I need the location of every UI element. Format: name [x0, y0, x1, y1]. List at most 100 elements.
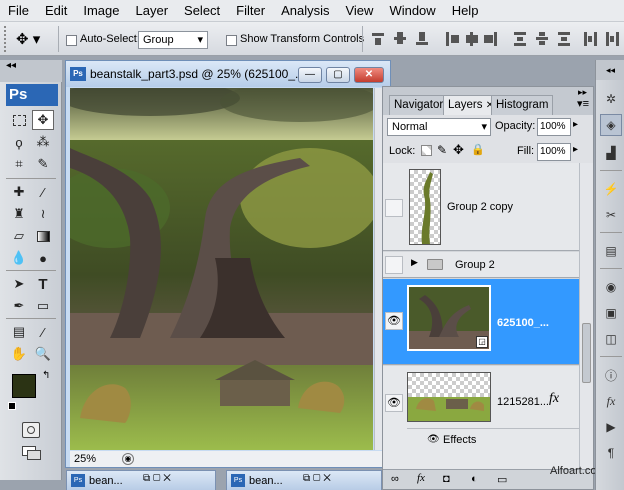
- opacity-slider-arrow-icon[interactable]: ▸: [573, 119, 578, 130]
- visibility-toggle[interactable]: [385, 199, 403, 217]
- eraser-tool-icon[interactable]: ▱: [8, 226, 30, 246]
- lasso-tool-icon[interactable]: ϙ: [8, 132, 30, 152]
- layer-group-row[interactable]: ▶ Group 2: [383, 252, 579, 278]
- lock-all-icon[interactable]: 🔒: [471, 143, 485, 156]
- info-icon[interactable]: ⓘ: [600, 364, 622, 386]
- tab-navigator[interactable]: Navigator: [389, 95, 449, 115]
- styles-icon[interactable]: ◫: [600, 328, 622, 350]
- minimize-button[interactable]: —: [298, 67, 322, 83]
- document-window[interactable]: Ps beanstalk_part3.psd @ 25% (625100_...…: [65, 60, 391, 468]
- foreground-color-swatch[interactable]: [12, 374, 36, 398]
- window-controls-icon[interactable]: ⧉ ▢ ✕: [303, 473, 331, 484]
- pen-tool-icon[interactable]: ✒: [8, 296, 30, 316]
- blend-mode-dropdown[interactable]: Normal ▾: [387, 118, 491, 136]
- zoom-level[interactable]: 25%: [74, 451, 96, 467]
- layer-row-selected[interactable]: 👁 ◲ 625100_...: [383, 279, 579, 365]
- status-menu-icon[interactable]: ◉: [122, 453, 134, 465]
- info-panel-icon[interactable]: ▤: [600, 240, 622, 262]
- lock-position-icon[interactable]: ✥: [453, 142, 464, 158]
- rectangle-tool-icon[interactable]: ▭: [32, 296, 54, 316]
- menu-filter[interactable]: Filter: [228, 0, 273, 22]
- new-group-icon[interactable]: ▭: [497, 473, 507, 486]
- eye-icon[interactable]: 👁: [385, 394, 403, 412]
- hand-tool-icon[interactable]: ✋: [8, 344, 30, 364]
- auto-select-dropdown[interactable]: Group ▾: [138, 31, 208, 49]
- panel-menu-icon[interactable]: ▾≡: [577, 97, 589, 110]
- window-controls-icon[interactable]: ⧉ ▢ ✕: [143, 473, 171, 484]
- menu-edit[interactable]: Edit: [37, 0, 75, 22]
- screen-mode-icon[interactable]: [22, 446, 44, 462]
- menu-analysis[interactable]: Analysis: [273, 0, 337, 22]
- photoshop-logo[interactable]: Ps: [6, 84, 58, 106]
- image-canvas[interactable]: [70, 88, 373, 450]
- collapse-arrows-icon[interactable]: ◂◂: [596, 60, 624, 80]
- move-tool-icon[interactable]: ✥: [32, 110, 54, 130]
- document-title-bar[interactable]: Ps beanstalk_part3.psd @ 25% (625100_...…: [66, 61, 390, 87]
- layer-style-icon[interactable]: fx: [600, 390, 622, 412]
- auto-select-checkbox[interactable]: [66, 35, 77, 46]
- eye-icon[interactable]: 👁: [427, 434, 440, 445]
- eye-icon[interactable]: 👁: [385, 312, 403, 330]
- add-style-fx-icon[interactable]: fx: [417, 472, 425, 484]
- lock-pixels-icon[interactable]: ✎: [437, 143, 447, 157]
- effects-label[interactable]: Effects: [443, 434, 476, 446]
- paragraph-icon[interactable]: ¶: [600, 442, 622, 464]
- magic-wand-icon[interactable]: ⁂: [32, 132, 54, 152]
- menu-view[interactable]: View: [337, 0, 381, 22]
- slice-tool-icon[interactable]: ✎: [32, 154, 54, 174]
- options-grip[interactable]: [4, 26, 10, 52]
- menu-window[interactable]: Window: [381, 0, 443, 22]
- brush-tool-icon[interactable]: ∕: [32, 182, 54, 202]
- animation-play-icon[interactable]: ▶: [600, 416, 622, 438]
- fill-input[interactable]: 100%: [537, 143, 571, 161]
- quick-mask-button[interactable]: [22, 422, 40, 438]
- crop-tool-icon[interactable]: ⌗: [8, 154, 30, 174]
- align-distribute-buttons[interactable]: [370, 30, 624, 48]
- fx-badge[interactable]: fx: [549, 391, 559, 407]
- transform-controls-checkbox[interactable]: [226, 35, 237, 46]
- adjustment-layer-icon[interactable]: ◐: [471, 473, 478, 485]
- lock-transparency-icon[interactable]: [421, 145, 432, 156]
- opacity-input[interactable]: 100%: [537, 118, 571, 136]
- swatches-icon[interactable]: ▣: [600, 302, 622, 324]
- dodge-tool-icon[interactable]: ●: [32, 248, 54, 268]
- link-layers-icon[interactable]: ∞: [391, 473, 399, 485]
- layer-row[interactable]: 👁 1215281... fx 👁 Effects: [383, 366, 579, 469]
- layers-stack-icon[interactable]: ◈: [600, 114, 622, 136]
- minimized-document-tab[interactable]: Ps bean... ⧉ ▢ ✕: [66, 470, 216, 490]
- gradient-tool-icon[interactable]: [32, 226, 54, 246]
- layer-name[interactable]: 1215281...: [497, 396, 549, 408]
- menu-layer[interactable]: Layer: [128, 0, 177, 22]
- path-selection-icon[interactable]: ➤: [8, 274, 30, 294]
- layer-name[interactable]: 625100_...: [497, 317, 549, 329]
- swap-colors-icon[interactable]: ↰: [42, 370, 50, 381]
- tools-preset-icon[interactable]: ✂: [600, 204, 622, 226]
- history-brush-icon[interactable]: ≀: [32, 204, 54, 224]
- maximize-button[interactable]: ▢: [326, 67, 350, 83]
- add-mask-icon[interactable]: ◘: [443, 473, 450, 485]
- color-panel-icon[interactable]: ◉: [600, 276, 622, 298]
- fill-slider-arrow-icon[interactable]: ▸: [573, 144, 578, 155]
- tab-histogram[interactable]: Histogram: [491, 95, 554, 115]
- notes-tool-icon[interactable]: ▤: [8, 322, 30, 342]
- visibility-toggle[interactable]: [385, 256, 403, 274]
- zoom-tool-icon[interactable]: 🔍: [32, 344, 54, 364]
- healing-brush-icon[interactable]: ✚: [8, 182, 30, 202]
- navigator-icon[interactable]: ✲: [600, 88, 622, 110]
- minimized-document-tab[interactable]: Ps bean... ⧉ ▢ ✕: [226, 470, 382, 490]
- layer-name[interactable]: Group 2: [455, 259, 495, 271]
- menu-file[interactable]: File: [0, 0, 37, 22]
- default-colors-icon[interactable]: [8, 402, 16, 410]
- expand-arrow-icon[interactable]: ▶: [411, 257, 418, 268]
- layer-row[interactable]: Group 2 copy: [383, 163, 579, 251]
- scrollbar-thumb[interactable]: [582, 323, 591, 383]
- eyedropper-icon[interactable]: ∕: [32, 322, 54, 342]
- clone-stamp-icon[interactable]: ♜: [8, 204, 30, 224]
- menu-image[interactable]: Image: [75, 0, 127, 22]
- move-tool-preset-icon[interactable]: ✥ ▾: [16, 30, 40, 48]
- layer-name[interactable]: Group 2 copy: [447, 201, 513, 213]
- menu-help[interactable]: Help: [444, 0, 487, 22]
- actions-icon[interactable]: ⚡: [600, 178, 622, 200]
- layers-scrollbar[interactable]: [579, 163, 593, 469]
- type-tool-icon[interactable]: T: [32, 274, 54, 294]
